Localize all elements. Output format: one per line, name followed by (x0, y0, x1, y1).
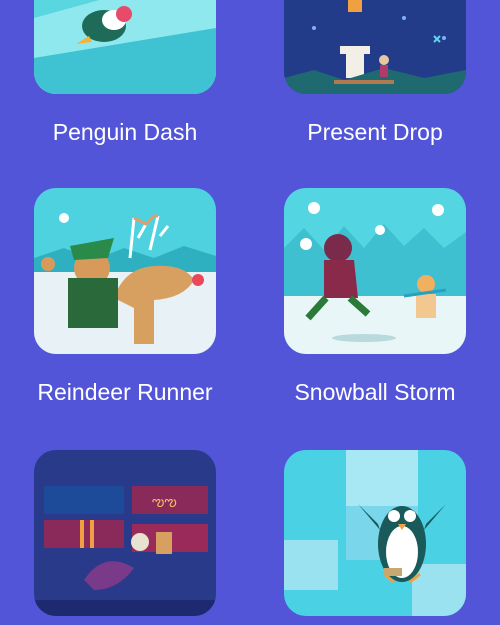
penguin-dash-thumbnail[interactable] (34, 0, 216, 94)
penguin-ice-thumbnail[interactable] (284, 450, 466, 616)
game-grid: Penguin Dash Present Drop Reindeer Runne… (0, 0, 500, 625)
game-title: Snowball Storm (294, 379, 456, 405)
present-drop-thumbnail[interactable] (284, 0, 466, 94)
svg-text:ఌఌ: ఌఌ (152, 493, 177, 509)
snowball-storm-thumbnail[interactable] (284, 188, 466, 354)
game-title: Reindeer Runner (37, 379, 213, 405)
reindeer-runner-thumbnail[interactable] (34, 188, 216, 354)
game-title: Present Drop (307, 119, 443, 145)
elf-workshop-thumbnail[interactable]: ఌఌ (34, 450, 216, 616)
game-title: Penguin Dash (52, 119, 198, 145)
